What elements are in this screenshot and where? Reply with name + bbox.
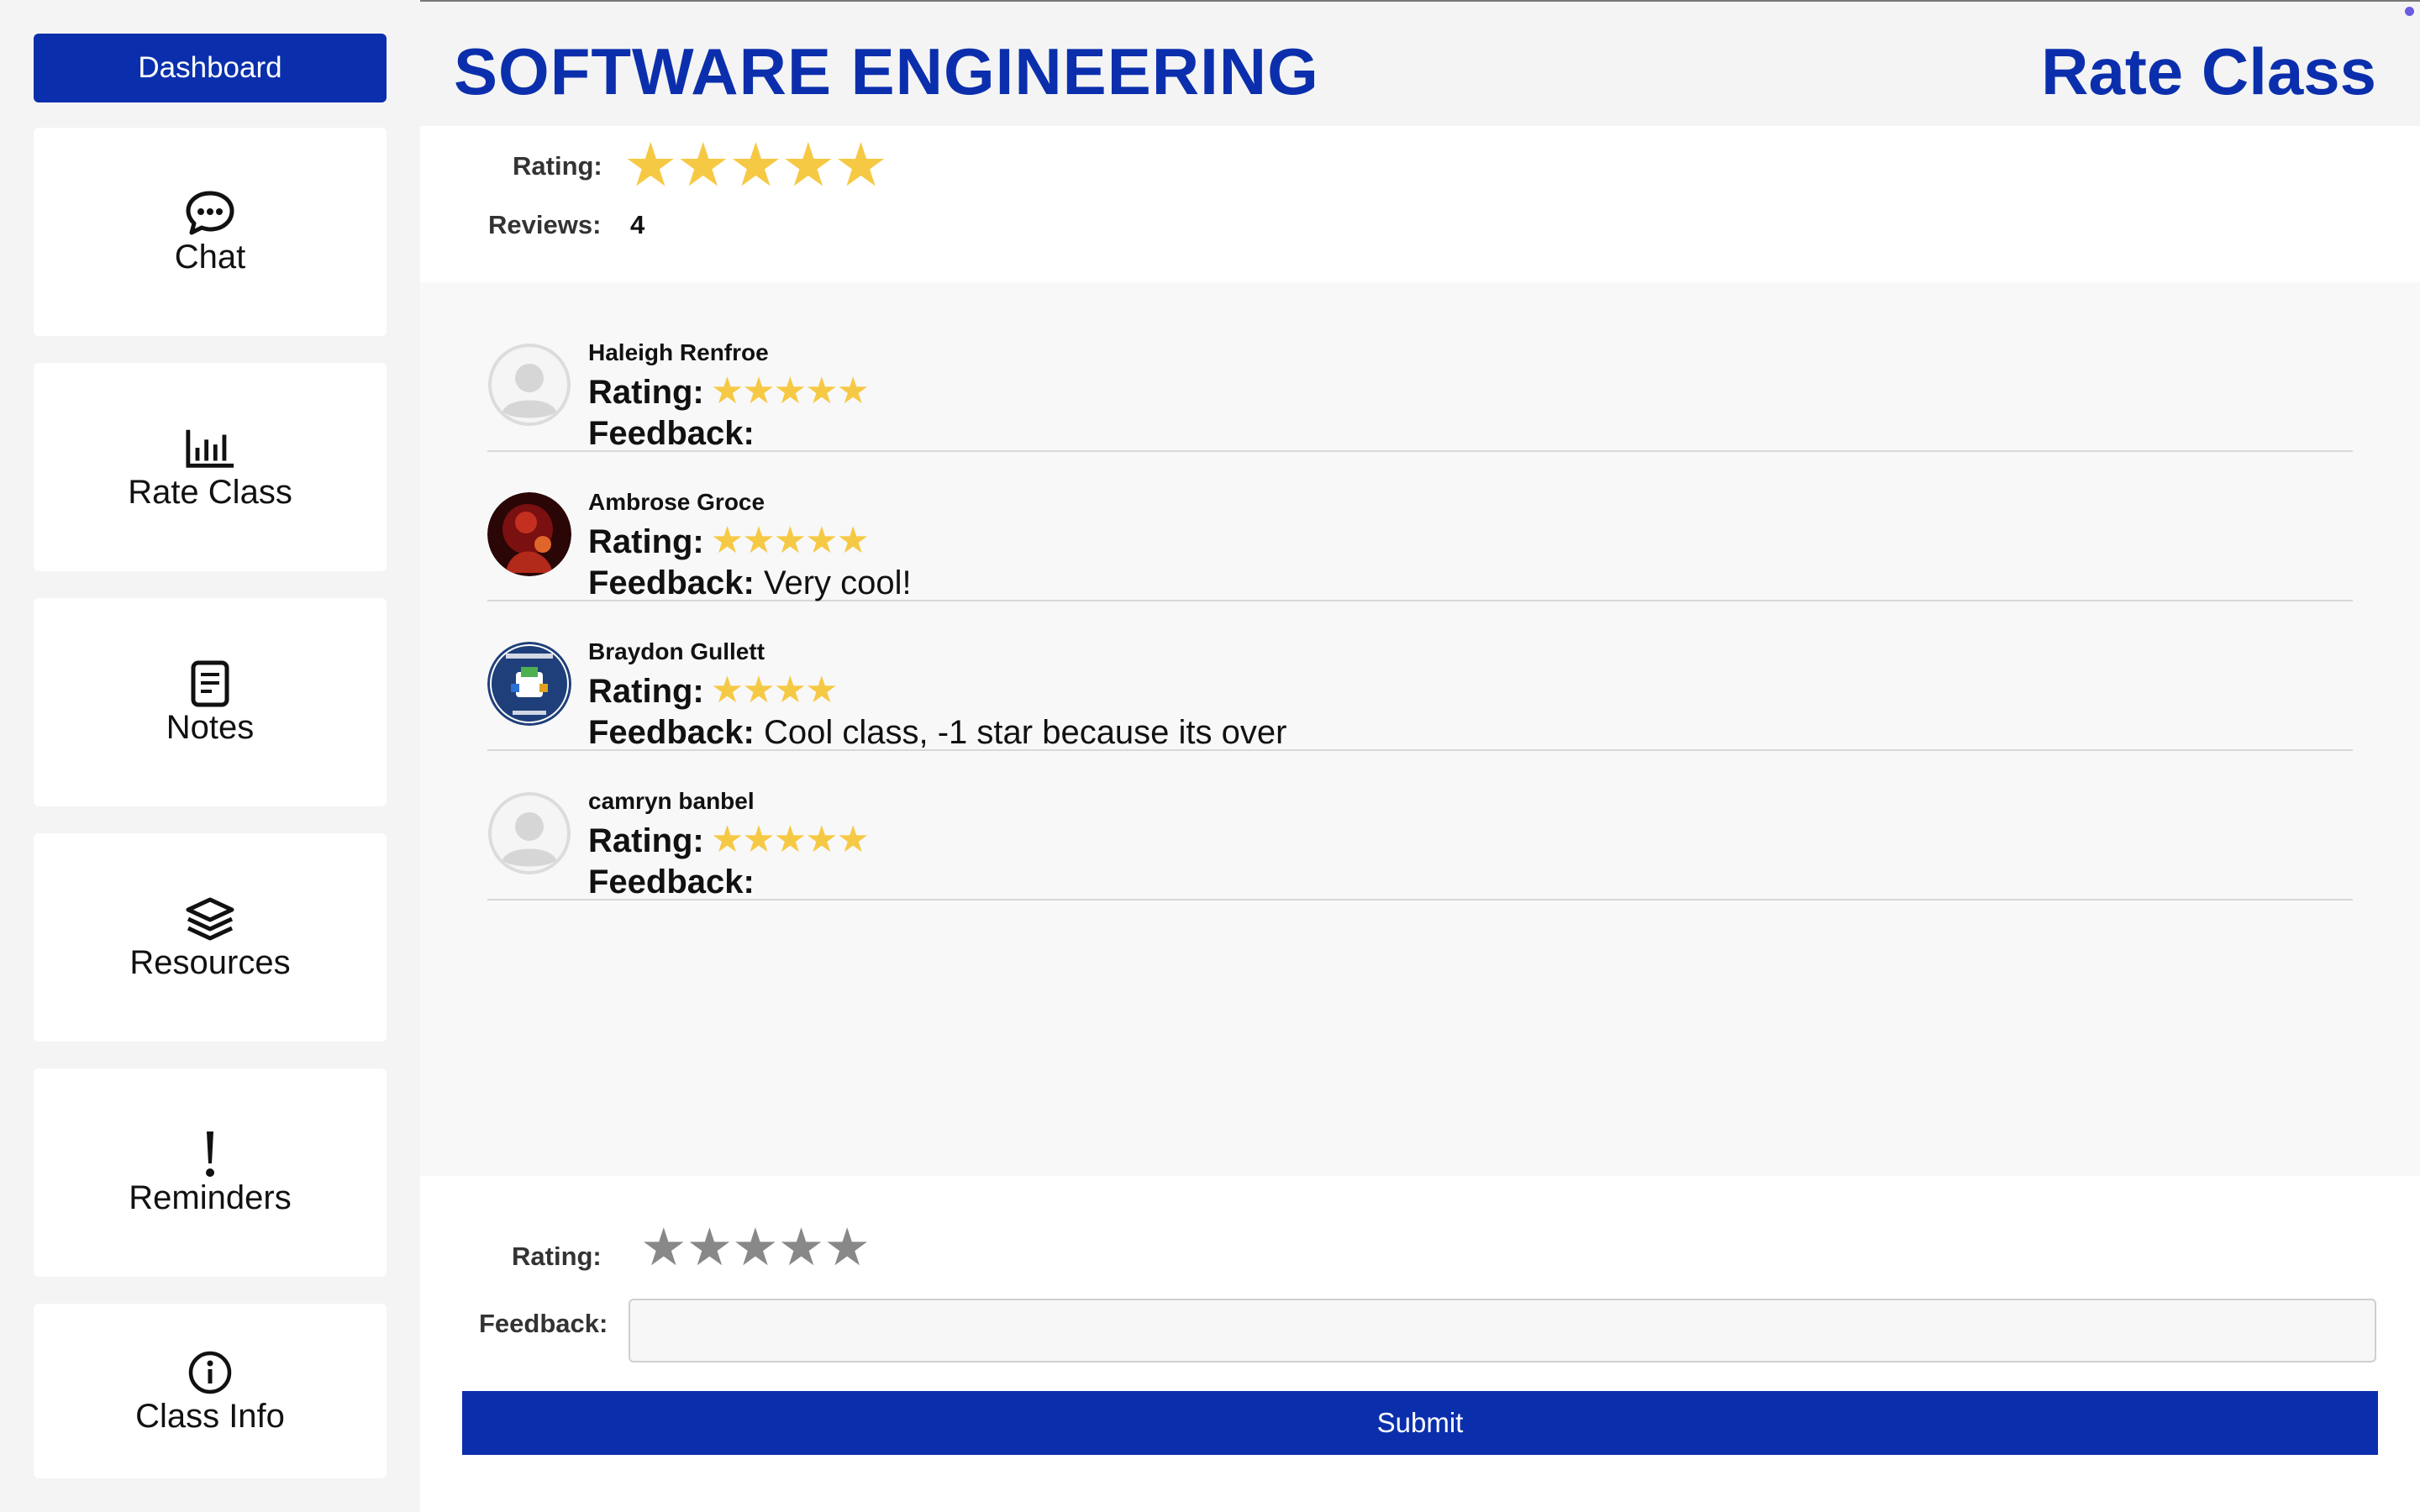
layers-icon: [185, 894, 235, 944]
review-rating: Rating: ★★★★★: [588, 520, 870, 561]
reviewer-name: Haleigh Renfroe: [588, 339, 769, 365]
review-stars: ★★★★★: [710, 819, 870, 860]
review-feedback: Feedback:: [588, 415, 755, 452]
review-feedback: Feedback: Very cool!: [588, 564, 912, 601]
sidebar-item-label: Resources: [129, 943, 291, 981]
sidebar-item-label: Class Info: [135, 1397, 285, 1435]
review-item: Ambrose Groce Rating: ★★★★★ Feedback: Ver…: [487, 450, 2353, 601]
feedback-input[interactable]: [629, 1299, 2376, 1362]
review-item: Haleigh Renfroe Rating: ★★★★★ Feedback:: [487, 301, 2353, 452]
sidebar: Dashboard Chat Rate Class Notes Resource…: [0, 0, 420, 1512]
sidebar-item-label: Chat: [174, 238, 246, 276]
sidebar-item-class-info[interactable]: Class Info: [34, 1304, 387, 1478]
exclamation-icon: [185, 1129, 235, 1179]
sidebar-item-rate-class[interactable]: Rate Class: [34, 363, 387, 571]
reviewer-name: Ambrose Groce: [588, 489, 765, 515]
review-feedback: Feedback: Cool class, -1 star because it…: [588, 714, 1287, 751]
sidebar-item-label: Notes: [166, 708, 255, 746]
sidebar-item-notes[interactable]: Notes: [34, 598, 387, 806]
page-title: Rate Class: [2041, 34, 2376, 108]
review-stars: ★★★★★: [710, 370, 870, 412]
sidebar-item-reminders[interactable]: Reminders: [34, 1068, 387, 1277]
sidebar-item-chat[interactable]: Chat: [34, 128, 387, 336]
notes-icon: [185, 659, 235, 709]
submit-button[interactable]: Submit: [462, 1391, 2378, 1455]
reviewer-name: Braydon Gullett: [588, 638, 765, 664]
review-item: camryn banbel Rating: ★★★★★ Feedback:: [487, 749, 2353, 900]
reviews-count-label: Reviews:: [488, 210, 602, 239]
status-dot: [2405, 7, 2414, 16]
gaming-logo-avatar: [487, 642, 571, 726]
form-rating-label: Rating:: [512, 1242, 602, 1271]
photo-avatar: [487, 492, 571, 576]
default-avatar-icon: [487, 791, 571, 875]
review-stars: ★★★★: [710, 669, 839, 711]
summary-rating-stars: ★★★★★: [623, 132, 888, 199]
chat-bubble-icon: [185, 188, 235, 239]
review-feedback: Feedback:: [588, 864, 755, 900]
reviews-count-value: 4: [630, 210, 645, 239]
review-stars: ★★★★★: [710, 520, 870, 561]
bar-chart-icon: [185, 423, 235, 474]
course-title: SOFTWARE ENGINEERING: [454, 34, 1319, 108]
rating-summary: Rating: ★★★★★ Reviews: 4: [420, 126, 2420, 282]
reviewer-name: camryn banbel: [588, 788, 755, 814]
default-avatar-icon: [487, 343, 571, 427]
sidebar-item-resources[interactable]: Resources: [34, 833, 387, 1042]
review-rating: Rating: ★★★★★: [588, 370, 870, 412]
sidebar-item-label: Rate Class: [128, 473, 292, 511]
review-rating: Rating: ★★★★★: [588, 819, 870, 860]
review-item: Braydon Gullett Rating: ★★★★ Feedback: Co…: [487, 600, 2353, 751]
info-icon: [185, 1347, 235, 1398]
summary-rating-label: Rating:: [513, 151, 602, 181]
form-feedback-label: Feedback:: [479, 1309, 608, 1338]
dashboard-button[interactable]: Dashboard: [34, 34, 387, 102]
review-rating: Rating: ★★★★: [588, 669, 839, 711]
rating-star-selector[interactable]: ★★★★★: [640, 1216, 871, 1278]
sidebar-item-label: Reminders: [129, 1179, 292, 1216]
